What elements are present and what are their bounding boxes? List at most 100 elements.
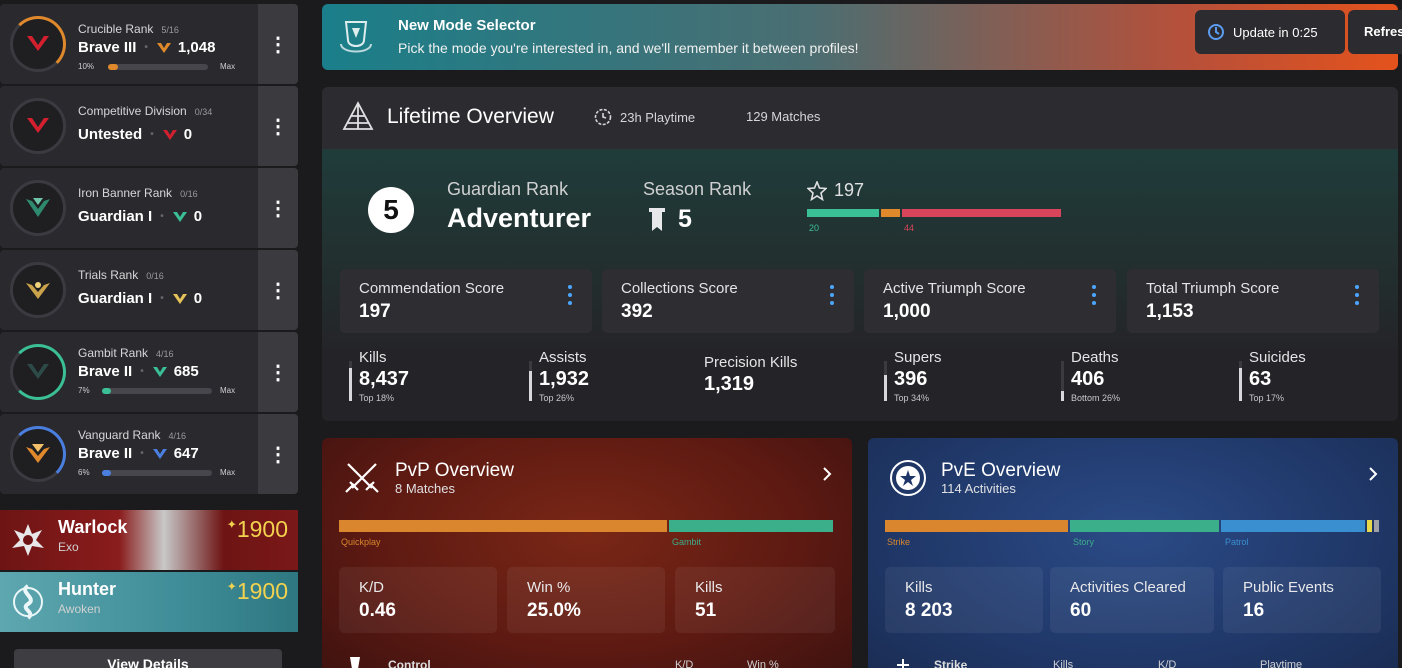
chevron-right-icon[interactable] [1368, 466, 1378, 482]
rank-progress-fill [108, 64, 118, 70]
rank-progress: 6% Max [78, 468, 236, 477]
pve-subtitle: 114 Activities [941, 481, 1016, 496]
stat-kills: Kills 8,437 Top 18% [349, 349, 409, 403]
chevron-right-icon[interactable] [822, 466, 832, 482]
trials-rank-icon [172, 293, 187, 304]
crossed-swords-icon [345, 463, 379, 493]
pvp-title: PvP Overview [395, 460, 514, 481]
stat-supers: Supers 396 Top 34% [884, 349, 942, 403]
score-card-collections[interactable]: Collections Score 392 [602, 269, 854, 333]
hunter-class-icon [6, 580, 50, 624]
rank-title: Untested [78, 126, 143, 143]
rank-count: 4/16 [168, 431, 187, 441]
rank-points: 0 [193, 290, 203, 307]
matches-count: 129 Matches [746, 109, 821, 124]
rank-progress-fill [102, 388, 111, 394]
rank-points: 1,048 [177, 39, 216, 56]
rank-card-gambit[interactable]: Gambit Rank 4/16 Brave II • 685 7% Max ⋮ [0, 332, 298, 412]
pve-card-activities: Activities Cleared 60 [1050, 567, 1214, 633]
rank-card-vanguard[interactable]: Vanguard Rank 4/16 Brave II • 647 6% Max ⋮ [0, 414, 298, 494]
character-class: Warlock [58, 517, 128, 537]
rank-count: 0/16 [146, 271, 164, 281]
stat-suicides: Suicides 63 Top 17% [1239, 349, 1306, 403]
pve-title: PvE Overview [941, 460, 1061, 481]
pve-overview-panel[interactable]: PvE Overview 114 Activities Strike Story… [868, 438, 1398, 668]
rank-name: Crucible Rank [78, 22, 154, 36]
score-card-active-triumph[interactable]: Active Triumph Score 1,000 [864, 269, 1116, 333]
more-icon[interactable] [1092, 285, 1096, 309]
refresh-button[interactable]: Refres [1348, 10, 1402, 54]
rank-progress-fill [102, 470, 111, 476]
more-icon[interactable] [830, 285, 834, 309]
iron-banner-rank-icon [172, 211, 187, 222]
pvp-mode-bar [339, 520, 835, 532]
character-class: Hunter [58, 579, 116, 599]
stat-precision-kills: Precision Kills 1,319 [704, 354, 798, 395]
rank-points: 0 [183, 126, 193, 143]
score-label: Total Triumph Score [1146, 280, 1280, 297]
rank-progress: 7% Max [78, 386, 236, 395]
rank-menu-button[interactable]: ⋮ [258, 332, 298, 412]
rank-menu-button[interactable]: ⋮ [258, 4, 298, 84]
guardian-rank-label: Guardian Rank [447, 179, 569, 199]
pvp-overview-panel[interactable]: PvP Overview 8 Matches Quickplay Gambit … [322, 438, 852, 668]
pvp-bar-label: Gambit [672, 537, 702, 547]
character-card-warlock[interactable]: Warlock Exo ✦1900 [0, 510, 298, 570]
commendation-segment [901, 209, 1061, 217]
pyramid-icon [342, 101, 374, 130]
commendation-label-received: 44 [904, 223, 915, 233]
rank-menu-button[interactable]: ⋮ [258, 414, 298, 494]
score-card-commendation[interactable]: Commendation Score 197 [340, 269, 592, 333]
pve-sub-col: K/D [1158, 659, 1177, 668]
season-rank-label: Season Rank [643, 179, 752, 199]
score-card-total-triumph[interactable]: Total Triumph Score 1,153 [1127, 269, 1379, 333]
vanguard-emblem-icon [10, 426, 66, 482]
season-banner-icon [649, 208, 665, 231]
rank-title: Guardian I [78, 208, 153, 225]
character-light: ✦1900 [226, 578, 288, 604]
rank-menu-button[interactable]: ⋮ [258, 250, 298, 330]
pvp-card-kd: K/D 0.46 [339, 567, 497, 633]
gambit-emblem-icon [10, 344, 66, 400]
rank-menu-button[interactable]: ⋮ [258, 168, 298, 248]
rank-name: Trials Rank [78, 268, 139, 282]
more-icon[interactable] [1355, 285, 1359, 309]
rank-name: Vanguard Rank [78, 428, 161, 442]
pvp-subtitle: 8 Matches [395, 481, 455, 496]
pvp-sub-col: Win % [747, 659, 779, 668]
stat-assists: Assists 1,932 Top 26% [529, 349, 589, 403]
rank-name: Iron Banner Rank [78, 186, 173, 200]
pve-card-public-events: Public Events 16 [1223, 567, 1381, 633]
score-label: Active Triumph Score [883, 280, 1026, 297]
view-details-button[interactable]: View Details [14, 649, 282, 668]
rank-count: 0/34 [194, 107, 213, 117]
guardian-rank-value: Adventurer [447, 203, 592, 233]
character-race: Awoken [58, 602, 101, 616]
more-icon[interactable] [568, 285, 572, 309]
rank-title: Brave II [78, 445, 133, 462]
rank-card-crucible[interactable]: Crucible Rank 5/16 Brave III • 1,048 10% Max… [0, 4, 298, 84]
pve-mode-bar [885, 520, 1381, 532]
rank-card-iron-banner[interactable]: Iron Banner Rank 0/16 Guardian I • 0 ⋮ [0, 168, 298, 248]
gambit-rank-icon [152, 366, 167, 377]
pvp-sub-title: Control [388, 658, 431, 668]
banner-title: New Mode Selector [398, 17, 536, 34]
bar-segment [339, 520, 667, 532]
rank-name: Competitive Division [78, 104, 187, 118]
rank-card-competitive[interactable]: Competitive Division 0/34 Untested • 0 ⋮ [0, 86, 298, 166]
lifetime-overview: Lifetime Overview 23h Playtime 129 Match… [322, 87, 1398, 421]
warlock-class-icon [6, 518, 50, 562]
rank-count: 0/16 [180, 189, 198, 199]
pve-bar-label: Strike [887, 537, 911, 547]
rank-card-trials[interactable]: Trials Rank 0/16 Guardian I • 0 ⋮ [0, 250, 298, 330]
rank-menu-button[interactable]: ⋮ [258, 86, 298, 166]
rank-name: Gambit Rank [78, 346, 149, 360]
score-label: Commendation Score [359, 280, 505, 297]
playtime: 23h Playtime [620, 109, 696, 125]
banner-text: Pick the mode you're interested in, and … [398, 40, 859, 56]
crucible-emblem-icon [10, 16, 66, 72]
rank-count: 5/16 [161, 25, 179, 35]
pve-card-kills: Kills 8 203 [885, 567, 1043, 633]
character-card-hunter[interactable]: Hunter Awoken ✦1900 [0, 572, 298, 632]
strike-mode-icon [897, 659, 909, 668]
